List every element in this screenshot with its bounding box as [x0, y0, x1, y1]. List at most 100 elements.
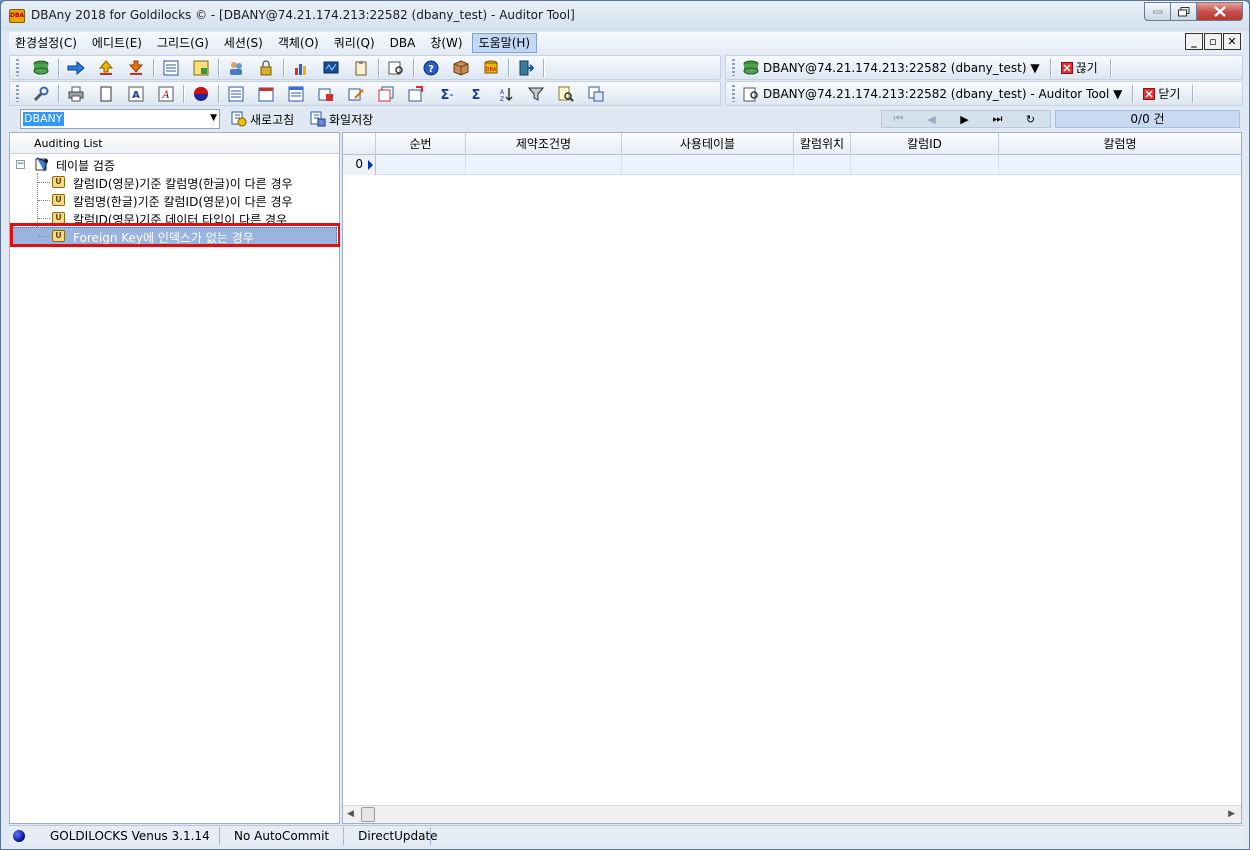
font-icon[interactable]: A — [157, 85, 175, 103]
restore-button[interactable] — [1171, 2, 1197, 21]
close-window-icon — [1143, 85, 1156, 103]
table-add-icon[interactable] — [317, 85, 335, 103]
table-edit-icon[interactable] — [347, 85, 365, 103]
toolbar-grip[interactable] — [16, 59, 19, 76]
title-bar[interactable]: DBA DBAny 2018 for Goldilocks © - [DBANY… — [1, 1, 1249, 31]
text-a-icon[interactable]: A — [127, 85, 145, 103]
chart-icon[interactable] — [292, 59, 310, 77]
help-icon[interactable]: ? — [422, 59, 440, 77]
users-icon[interactable] — [227, 59, 245, 77]
auditing-list-header: Auditing List — [10, 133, 339, 154]
mdi-restore-button[interactable]: ▫ — [1204, 33, 1222, 50]
sigma-icon[interactable]: Σ — [467, 85, 485, 103]
sql-icon[interactable] — [192, 59, 210, 77]
menu-object[interactable]: 객체(O) — [272, 33, 325, 53]
list-icon[interactable] — [162, 59, 180, 77]
upload-icon[interactable] — [97, 59, 115, 77]
calendar-icon[interactable] — [257, 85, 275, 103]
mdi-close-button[interactable]: ✕ — [1223, 33, 1241, 50]
record-navigator: ⏮ ◀ ▶ ⏭ ↻ — [881, 110, 1051, 128]
next-record-button[interactable]: ▶ — [948, 113, 981, 126]
export-icon[interactable] — [587, 85, 605, 103]
grid-cell[interactable] — [851, 155, 999, 175]
sum-icon[interactable]: Σ — [437, 85, 455, 103]
commit-mode: No AutoCommit — [220, 826, 345, 845]
chevron-down-icon[interactable]: ▼ — [210, 113, 217, 123]
close-button[interactable] — [1197, 2, 1243, 21]
mdi-minimize-button[interactable]: _ — [1185, 33, 1203, 50]
reload-button[interactable]: ↻ — [1014, 113, 1047, 126]
last-record-button[interactable]: ⏭ — [981, 112, 1014, 126]
menu-window[interactable]: 창(W) — [424, 33, 468, 53]
menu-editor[interactable]: 에디트(E) — [86, 33, 148, 53]
column-header[interactable]: 칼럼ID — [851, 133, 999, 155]
result-grid: 순번 제약조건명 사용테이블 칼럼위치 칼럼ID 칼럼명 0 ◀ ▶ — [342, 132, 1242, 824]
menu-grid[interactable]: 그리드(G) — [151, 33, 215, 53]
explain-icon[interactable] — [387, 59, 405, 77]
column-header[interactable]: 순번 — [376, 133, 466, 155]
horizontal-scrollbar[interactable]: ◀ ▶ — [343, 805, 1241, 823]
sort-icon[interactable]: AZ — [497, 85, 515, 103]
grid-corner[interactable] — [343, 133, 376, 155]
column-header[interactable]: 칼럼위치 — [794, 133, 851, 155]
grid-cell[interactable] — [466, 155, 622, 175]
scroll-thumb[interactable] — [361, 807, 375, 822]
auditor-tool-icon — [742, 85, 760, 103]
grid-cell[interactable] — [376, 155, 466, 175]
first-record-button[interactable]: ⏮ — [882, 112, 915, 126]
menu-settings[interactable]: 환경설정(C) — [9, 33, 83, 53]
connection-dropdown[interactable]: DBANY@74.21.174.213:22582 (dbany_test) ▼ — [763, 61, 1040, 75]
find-icon[interactable] — [557, 85, 575, 103]
scroll-left-icon[interactable]: ◀ — [347, 809, 354, 819]
menu-query[interactable]: 쿼리(Q) — [328, 33, 381, 53]
grid-icon[interactable] — [287, 85, 305, 103]
table-copy-icon[interactable] — [377, 85, 395, 103]
exit-icon[interactable] — [517, 59, 535, 77]
window-title: DBAny 2018 for Goldilocks © - [DBANY@74.… — [31, 8, 575, 22]
download-icon[interactable] — [127, 59, 145, 77]
close-window-button[interactable]: 닫기 — [1158, 85, 1180, 102]
menu-help[interactable]: 도움말(H) — [471, 33, 538, 53]
table-list-icon[interactable] — [227, 85, 245, 103]
table-row[interactable] — [343, 155, 1241, 175]
key-lock-icon[interactable] — [257, 59, 275, 77]
window-selector-dropdown[interactable]: DBANY@74.21.174.213:22582 (dbany_test) -… — [763, 87, 1122, 101]
cube-icon[interactable] — [452, 59, 470, 77]
filter-icon[interactable] — [527, 85, 545, 103]
color-ball-icon[interactable] — [192, 85, 210, 103]
audit-item[interactable]: U 칼럼ID(영문)기준 칼럼명(한글)이 다른 경우 — [10, 173, 340, 191]
refresh-button[interactable]: 새로고침 — [231, 109, 294, 129]
monitor-icon[interactable] — [322, 59, 340, 77]
schema-select[interactable]: DBANY ▼ — [20, 109, 220, 129]
minimize-button[interactable] — [1144, 2, 1171, 21]
connect-db-icon[interactable] — [32, 59, 50, 77]
grid-cell[interactable] — [622, 155, 794, 175]
svg-text:A: A — [132, 90, 140, 101]
dba-logo-icon[interactable]: DBA — [482, 59, 500, 77]
grid-cell[interactable] — [794, 155, 851, 175]
row-indicator[interactable]: 0 — [343, 155, 376, 175]
table-import-icon[interactable] — [407, 85, 425, 103]
page-icon[interactable] — [97, 85, 115, 103]
collapse-icon[interactable]: − — [16, 160, 25, 169]
column-header[interactable]: 칼럼명 — [999, 133, 1241, 155]
prev-record-button[interactable]: ◀ — [915, 113, 948, 126]
print-icon[interactable] — [67, 85, 85, 103]
column-header[interactable]: 제약조건명 — [466, 133, 622, 155]
audit-item[interactable]: U 칼럼명(한글)기준 칼럼ID(영문)이 다른 경우 — [10, 191, 340, 209]
window-toolbar: DBANY@74.21.174.213:22582 (dbany_test) -… — [725, 81, 1243, 106]
disconnect-button[interactable]: 끊기 — [1076, 59, 1098, 76]
tree-root-label: 테이블 검증 — [56, 159, 116, 173]
tools-icon[interactable] — [32, 85, 50, 103]
menu-session[interactable]: 세션(S) — [218, 33, 269, 53]
menu-dba[interactable]: DBA — [384, 33, 422, 53]
clipboard-icon[interactable] — [352, 59, 370, 77]
save-file-button[interactable]: 화일저장 — [310, 109, 373, 129]
scroll-right-icon[interactable]: ▶ — [1228, 809, 1235, 819]
svg-text:Z: Z — [500, 96, 504, 102]
column-header[interactable]: 사용테이블 — [622, 133, 794, 155]
svg-text:Σ: Σ — [472, 88, 481, 102]
status-bar: GOLDILOCKS Venus 3.1.14 No AutoCommit Di… — [9, 825, 1243, 845]
arrow-right-icon[interactable] — [67, 59, 85, 77]
window-controls — [1144, 2, 1243, 21]
